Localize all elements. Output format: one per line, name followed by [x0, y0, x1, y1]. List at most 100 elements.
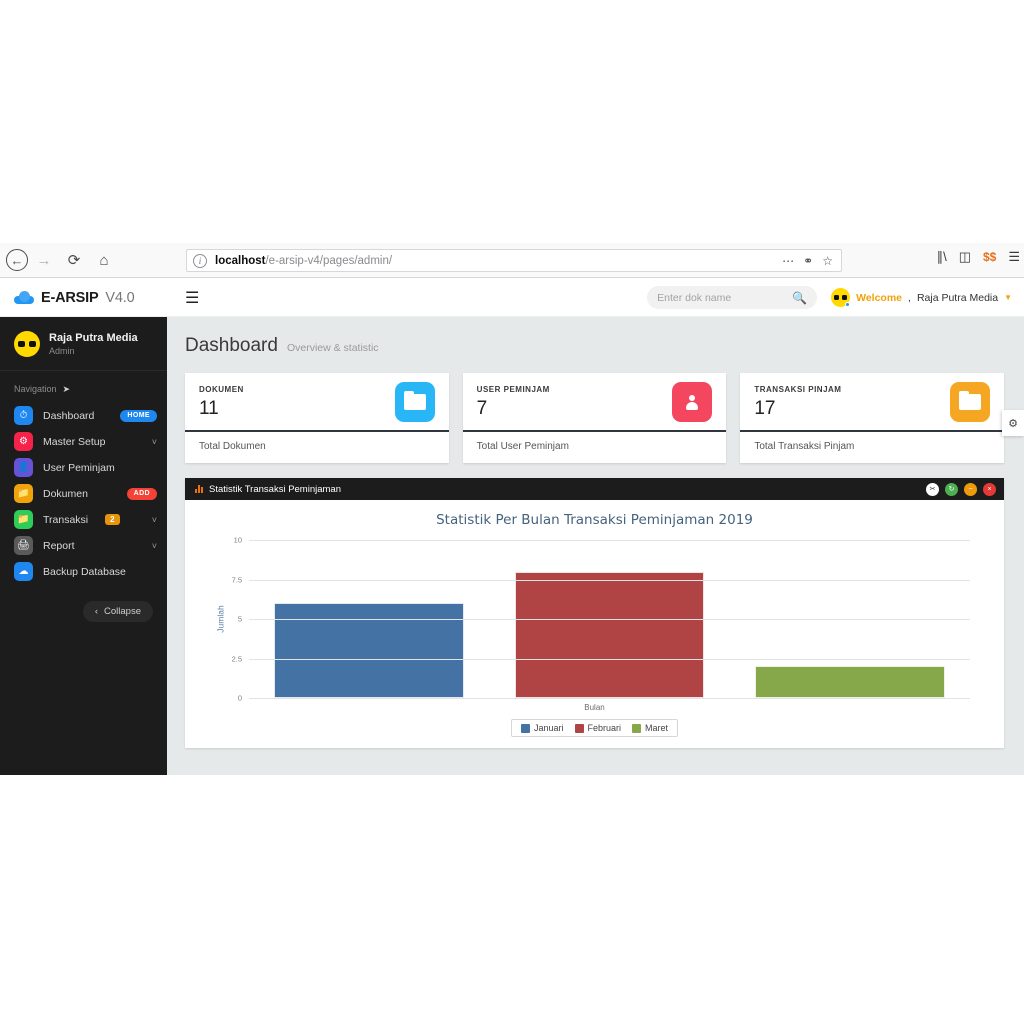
chart-ytick: 2.5 — [231, 654, 242, 663]
address-bar-actions: ⋯ ⚭ ☆ — [782, 255, 835, 267]
page-title: Dashboard Overview & statistic — [167, 317, 1024, 357]
folder-icon — [394, 382, 435, 422]
legend-item[interactable]: Februari — [574, 723, 622, 733]
legend-label: Maret — [645, 723, 669, 733]
sidebar-item-dashboard[interactable]: ⏱ Dashboard HOME — [0, 403, 167, 429]
sidebar-item-label: Transaksi — [43, 513, 89, 526]
chart-ytick: 10 — [233, 535, 242, 545]
extension-icon[interactable]: $$ — [983, 250, 996, 264]
legend-item[interactable]: Maret — [632, 723, 668, 733]
avatar — [14, 331, 40, 358]
sidebar-item-badge: HOME — [120, 409, 157, 422]
stat-card: DOKUMEN 11 Total Dokumen — [185, 373, 449, 463]
legend-swatch — [520, 723, 530, 733]
person-icon — [672, 382, 713, 422]
sidebar-item-label: User Peminjam — [43, 461, 115, 474]
gridline — [249, 540, 970, 541]
chart-ylabel: Jumlah — [215, 605, 226, 633]
wrench-button[interactable]: ✂ — [926, 482, 939, 496]
welcome-label: Welcome — [856, 291, 903, 304]
chart-bar[interactable] — [514, 571, 705, 698]
close-button[interactable]: × — [983, 482, 996, 496]
browser-nav-buttons: ← → ⟳ ⌂ — [0, 246, 118, 274]
nav-heading-label: Navigation — [14, 384, 57, 395]
folder-icon: 📁 — [14, 484, 33, 504]
brand[interactable]: E-ARSIP V4.0 — [0, 290, 167, 306]
folder-icon: 📁 — [14, 510, 33, 530]
chart-title: Statistik Per Bulan Transaksi Peminjaman… — [436, 512, 753, 528]
search-icon[interactable]: 🔍 — [792, 291, 807, 305]
avatar — [831, 288, 851, 307]
sidebar-item-label: Dokumen — [43, 487, 88, 500]
bar-chart-icon — [195, 485, 203, 493]
page-subtitle: Overview & statistic — [286, 342, 379, 354]
legend-label: Februari — [587, 723, 622, 733]
user-icon: 👤 — [14, 458, 33, 478]
legend-item[interactable]: Januari — [520, 723, 564, 733]
sidebar-user-role: Admin — [49, 345, 75, 356]
sidebar-item-transaksi[interactable]: 📁 Transaksi 2 ˅ — [0, 507, 167, 533]
browser-toolbar: ← → ⟳ ⌂ i localhost/e-arsip-v4/pages/adm… — [0, 243, 1024, 278]
chart-ytick: 7.5 — [231, 575, 242, 584]
sidebar-item-label: Master Setup — [43, 435, 106, 448]
address-bar[interactable]: i localhost/e-arsip-v4/pages/admin/ ⋯ ⚭ … — [186, 249, 842, 272]
sidebar-item-dokumen[interactable]: 📁 Dokumen ADD — [0, 481, 167, 507]
panel-buttons: ✂ ↻ − × — [926, 482, 996, 496]
app-header: E-ARSIP V4.0 ☰ 🔍 Welcome , Raja Putra Me… — [0, 279, 1024, 317]
header-right: 🔍 Welcome , Raja Putra Media ▼ — [647, 286, 1024, 309]
sidebar-item-master-setup[interactable]: ⚙ Master Setup ˅ — [0, 429, 167, 455]
sidebar-item-user-peminjam[interactable]: 👤 User Peminjam — [0, 455, 167, 481]
info-icon[interactable]: i — [193, 253, 207, 268]
hamburger-menu-icon[interactable]: ☰ — [1008, 249, 1020, 265]
url-text: localhost/e-arsip-v4/pages/admin/ — [215, 255, 392, 267]
user-menu[interactable]: Welcome , Raja Putra Media ▼ — [831, 288, 1012, 307]
sidebar-toggle-icon[interactable]: ☰ — [185, 288, 199, 308]
search-box[interactable]: 🔍 — [647, 286, 818, 309]
ellipsis-icon[interactable]: ⋯ — [782, 255, 794, 267]
legend-label: Januari — [533, 723, 564, 733]
collapse-button[interactable]: ‹ Collapse — [82, 600, 153, 622]
cloud-logo-icon — [14, 291, 34, 304]
stat-card: USER PEMINJAM 7 Total User Peminjam — [462, 373, 727, 463]
library-icon[interactable]: ∥\ — [937, 249, 947, 265]
sidebar-item-backup-database[interactable]: ☁ Backup Database — [0, 559, 167, 585]
forward-icon[interactable]: → — [30, 246, 58, 274]
pocket-shield-icon[interactable]: ⚭ — [803, 255, 813, 267]
chevron-left-icon: ‹ — [94, 605, 99, 617]
screenshot-root: ← → ⟳ ⌂ i localhost/e-arsip-v4/pages/adm… — [0, 0, 1024, 1024]
brand-name: E-ARSIP — [41, 289, 99, 306]
sidebar-item-report[interactable]: 🖨 Report ˅ — [0, 533, 167, 559]
gridline — [249, 579, 970, 581]
chevron-down-icon[interactable]: ˅ — [152, 515, 157, 525]
back-icon[interactable]: ← — [6, 249, 28, 271]
browser-toolbar-right: ∥\ ◫ $$ ☰ — [937, 249, 1020, 265]
home-icon[interactable]: ⌂ — [90, 246, 118, 274]
minimize-button[interactable]: − — [964, 482, 977, 496]
star-icon[interactable]: ☆ — [822, 255, 833, 267]
chevron-down-icon[interactable]: ˅ — [152, 541, 157, 551]
chart-bar[interactable] — [274, 603, 465, 698]
page-title-text: Dashboard — [185, 335, 278, 356]
sidebar-user-panel[interactable]: Raja Putra Media Admin — [0, 317, 167, 371]
folder-icon — [950, 382, 991, 422]
sidebar-user-name: Raja Putra Media — [49, 332, 138, 344]
stat-card: TRANSAKSI PINJAM 17 Total Transaksi Pinjam — [740, 373, 1005, 463]
user-name: Raja Putra Media — [916, 291, 999, 304]
chevron-down-icon[interactable]: ˅ — [152, 437, 157, 447]
settings-gear-icon[interactable]: ⚙ — [1002, 410, 1024, 436]
chevron-down-icon[interactable]: ▼ — [1004, 293, 1012, 302]
sidebar-item-badge: ADD — [126, 487, 157, 500]
sidebar-icon[interactable]: ◫ — [959, 249, 971, 265]
chart-ytick: 0 — [237, 693, 242, 703]
refresh-button[interactable]: ↻ — [945, 482, 958, 496]
gridline — [249, 698, 970, 699]
chart-bar[interactable] — [754, 666, 945, 698]
sidebar-nav: ⏱ Dashboard HOME ⚙ Master Setup ˅ 👤 User Peminj… — [0, 403, 167, 585]
search-input[interactable] — [657, 291, 793, 304]
chart-legend: Januari Februari Maret — [201, 719, 988, 737]
paper-plane-icon: ➤ — [62, 383, 71, 394]
sidebar-item-label: Dashboard — [43, 409, 95, 422]
sidebar: Raja Putra Media Admin Navigation ➤ ⏱ Das… — [0, 317, 167, 775]
reload-icon[interactable]: ⟳ — [60, 246, 88, 274]
panel-title-text: Statistik Transaksi Peminjaman — [209, 483, 341, 495]
